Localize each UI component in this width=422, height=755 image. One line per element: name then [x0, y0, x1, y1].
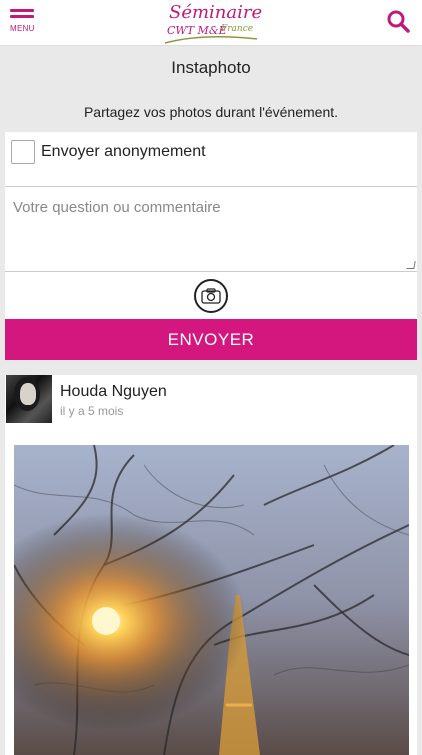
menu-button[interactable]: MENU: [10, 9, 40, 39]
resize-handle-icon[interactable]: [406, 261, 416, 269]
page-title: Instaphoto: [171, 58, 251, 77]
logo-swoosh-icon: [164, 36, 258, 44]
send-button[interactable]: ENVOYER: [5, 319, 417, 360]
eiffel-tower-night-photo: [14, 445, 409, 755]
comment-placeholder: Votre question ou commentaire: [13, 199, 221, 216]
add-photo-button[interactable]: [194, 279, 228, 313]
anonymous-option[interactable]: Envoyer anonymement: [11, 139, 206, 165]
camera-icon: [201, 288, 221, 304]
menu-label: MENU: [10, 24, 35, 33]
upload-form: Envoyer anonymement Votre question ou co…: [5, 132, 417, 360]
photo-post: Houda Nguyen il y a 5 mois: [5, 375, 417, 755]
search-button[interactable]: [386, 9, 410, 33]
post-photo[interactable]: [14, 445, 409, 755]
comment-textarea[interactable]: Votre question ou commentaire: [5, 186, 417, 272]
logo-title: Séminaire: [169, 2, 263, 23]
hamburger-icon: [10, 9, 40, 18]
app-header: MENU Séminaire CWT M&E France: [0, 0, 422, 46]
post-author[interactable]: Houda Nguyen: [60, 383, 167, 401]
anonymous-label[interactable]: Envoyer anonymement: [41, 143, 206, 161]
post-timestamp: il y a 5 mois: [60, 404, 124, 418]
page-subtitle: Partagez vos photos durant l'événement.: [83, 104, 339, 120]
search-icon: [387, 10, 410, 33]
anonymous-checkbox[interactable]: [11, 140, 35, 164]
event-logo[interactable]: Séminaire CWT M&E France: [155, 2, 267, 44]
avatar[interactable]: [6, 375, 52, 423]
logo-country: France: [221, 24, 254, 34]
